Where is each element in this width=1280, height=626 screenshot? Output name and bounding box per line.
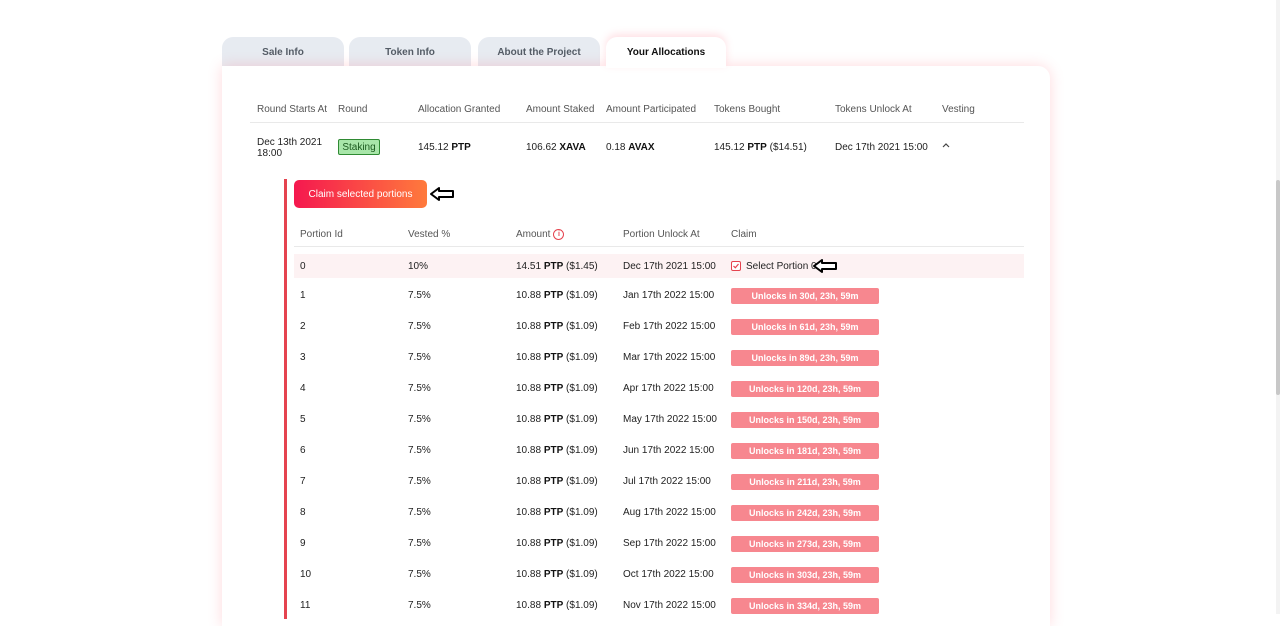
amount-participated: 0.18 AVAX bbox=[606, 142, 655, 153]
portion-amount: 10.88 PTP ($1.09) bbox=[516, 538, 598, 549]
portion-unlock-date: Sep 17th 2022 15:00 bbox=[623, 538, 716, 549]
portion-id: 11 bbox=[300, 600, 311, 611]
portion-unlock-date: Aug 17th 2022 15:00 bbox=[623, 507, 716, 518]
select-portion-checkbox[interactable] bbox=[731, 261, 741, 271]
tokens-unlock-at: Dec 17th 2021 15:00 bbox=[835, 142, 928, 153]
vested-percent: 7.5% bbox=[408, 476, 431, 487]
arrow-left-icon bbox=[813, 259, 837, 273]
arrow-left-icon bbox=[430, 187, 454, 201]
unlock-countdown-button[interactable]: Unlocks in 89d, 23h, 59m bbox=[731, 350, 879, 366]
portion-amount: 10.88 PTP ($1.09) bbox=[516, 445, 598, 456]
header-allocation-granted: Allocation Granted bbox=[418, 104, 501, 115]
unlock-countdown-button[interactable]: Unlocks in 242d, 23h, 59m bbox=[731, 505, 879, 521]
portion-unlock-date: Feb 17th 2022 15:00 bbox=[623, 321, 716, 332]
portion-id: 8 bbox=[300, 507, 306, 518]
unlock-countdown-button[interactable]: Unlocks in 181d, 23h, 59m bbox=[731, 443, 879, 459]
header-amount-participated: Amount Participated bbox=[606, 104, 697, 115]
tab-sale-info[interactable]: Sale Info bbox=[222, 37, 344, 67]
portion-amount: 10.88 PTP ($1.09) bbox=[516, 414, 598, 425]
portion-unlock-date: Nov 17th 2022 15:00 bbox=[623, 600, 716, 611]
tab-token-info[interactable]: Token Info bbox=[349, 37, 471, 67]
portion-amount: 10.88 PTP ($1.09) bbox=[516, 507, 598, 518]
vested-percent: 7.5% bbox=[408, 507, 431, 518]
portion-id: 3 bbox=[300, 352, 306, 363]
allocation-granted: 145.12 PTP bbox=[418, 142, 471, 153]
portion-amount: 10.88 PTP ($1.09) bbox=[516, 383, 598, 394]
portion-unlock-date: Jul 17th 2022 15:00 bbox=[623, 476, 711, 487]
unlock-countdown-button[interactable]: Unlocks in 303d, 23h, 59m bbox=[731, 567, 879, 583]
portion-unlock-date: Dec 17th 2021 15:00 bbox=[623, 261, 716, 272]
vested-percent: 7.5% bbox=[408, 290, 431, 301]
claim-selected-button[interactable]: Claim selected portions bbox=[294, 180, 427, 208]
unlock-countdown-button[interactable]: Unlocks in 30d, 23h, 59m bbox=[731, 288, 879, 304]
portion-id: 10 bbox=[300, 569, 312, 580]
round-starts-date: Dec 13th 2021 bbox=[257, 137, 323, 148]
vested-percent: 7.5% bbox=[408, 600, 431, 611]
portion-id: 5 bbox=[300, 414, 306, 425]
vested-percent: 10% bbox=[408, 261, 429, 272]
unlock-countdown-button[interactable]: Unlocks in 61d, 23h, 59m bbox=[731, 319, 879, 335]
header-divider bbox=[250, 122, 1024, 123]
portion-unlock-date: Apr 17th 2022 15:00 bbox=[623, 383, 714, 394]
unlock-countdown-button[interactable]: Unlocks in 150d, 23h, 59m bbox=[731, 412, 879, 428]
header-tokens-bought: Tokens Bought bbox=[714, 104, 781, 115]
portion-id: 0 bbox=[300, 261, 306, 272]
portion-amount: 10.88 PTP ($1.09) bbox=[516, 290, 598, 301]
vested-percent: 7.5% bbox=[408, 538, 431, 549]
vested-percent: 7.5% bbox=[408, 321, 431, 332]
portion-amount: 10.88 PTP ($1.09) bbox=[516, 321, 598, 332]
portion-amount: 10.88 PTP ($1.09) bbox=[516, 569, 598, 580]
vesting-accent-bar bbox=[284, 179, 287, 619]
portion-unlock-date: Jun 17th 2022 15:00 bbox=[623, 445, 715, 456]
info-icon[interactable]: i bbox=[553, 229, 565, 240]
portion-unlock-date: May 17th 2022 15:00 bbox=[623, 414, 717, 425]
tab-your-allocations[interactable]: Your Allocations bbox=[606, 37, 726, 68]
round-starts-time: 18:00 bbox=[257, 148, 283, 159]
amount-staked: 106.62 XAVA bbox=[526, 142, 586, 153]
portion-unlock-date: Oct 17th 2022 15:00 bbox=[623, 569, 714, 580]
sub-header-vested: Vested % bbox=[408, 229, 451, 240]
vested-percent: 7.5% bbox=[408, 445, 431, 456]
header-tokens-unlock: Tokens Unlock At bbox=[835, 104, 912, 115]
portion-amount: 10.88 PTP ($1.09) bbox=[516, 352, 598, 363]
unlock-countdown-button[interactable]: Unlocks in 273d, 23h, 59m bbox=[731, 536, 879, 552]
portion-id: 6 bbox=[300, 445, 306, 456]
select-portion-label[interactable]: Select Portion 0 bbox=[746, 261, 817, 272]
sub-header-portion-id: Portion Id bbox=[300, 229, 343, 240]
portion-id: 4 bbox=[300, 383, 306, 394]
vested-percent: 7.5% bbox=[408, 414, 431, 425]
vested-percent: 7.5% bbox=[408, 569, 431, 580]
vested-percent: 7.5% bbox=[408, 352, 431, 363]
portion-id: 7 bbox=[300, 476, 306, 487]
header-amount-staked: Amount Staked bbox=[526, 104, 595, 115]
chevron-up-icon[interactable] bbox=[942, 140, 950, 151]
sub-header-divider bbox=[294, 246, 1024, 247]
sub-header-claim: Claim bbox=[731, 229, 757, 240]
portion-unlock-date: Mar 17th 2022 15:00 bbox=[623, 352, 716, 363]
unlock-countdown-button[interactable]: Unlocks in 120d, 23h, 59m bbox=[731, 381, 879, 397]
unlock-countdown-button[interactable]: Unlocks in 334d, 23h, 59m bbox=[731, 598, 879, 614]
sub-header-unlock-at: Portion Unlock At bbox=[623, 229, 700, 240]
portion-id: 1 bbox=[300, 290, 306, 301]
portion-amount: 14.51 PTP ($1.45) bbox=[516, 261, 598, 272]
portion-amount: 10.88 PTP ($1.09) bbox=[516, 476, 598, 487]
sub-header-amount: Amount i bbox=[516, 229, 565, 240]
portion-id: 2 bbox=[300, 321, 306, 332]
scrollbar-thumb[interactable] bbox=[1276, 180, 1280, 395]
header-round-starts: Round Starts At bbox=[257, 104, 328, 115]
header-round: Round bbox=[338, 104, 368, 115]
portion-id: 9 bbox=[300, 538, 306, 549]
portion-unlock-date: Jan 17th 2022 15:00 bbox=[623, 290, 715, 301]
vested-percent: 7.5% bbox=[408, 383, 431, 394]
header-vesting: Vesting bbox=[942, 104, 975, 115]
tab-about-project[interactable]: About the Project bbox=[478, 37, 600, 67]
unlock-countdown-button[interactable]: Unlocks in 211d, 23h, 59m bbox=[731, 474, 879, 490]
portion-amount: 10.88 PTP ($1.09) bbox=[516, 600, 598, 611]
tokens-bought: 145.12 PTP ($14.51) bbox=[714, 142, 807, 153]
round-badge: Staking bbox=[338, 139, 380, 155]
